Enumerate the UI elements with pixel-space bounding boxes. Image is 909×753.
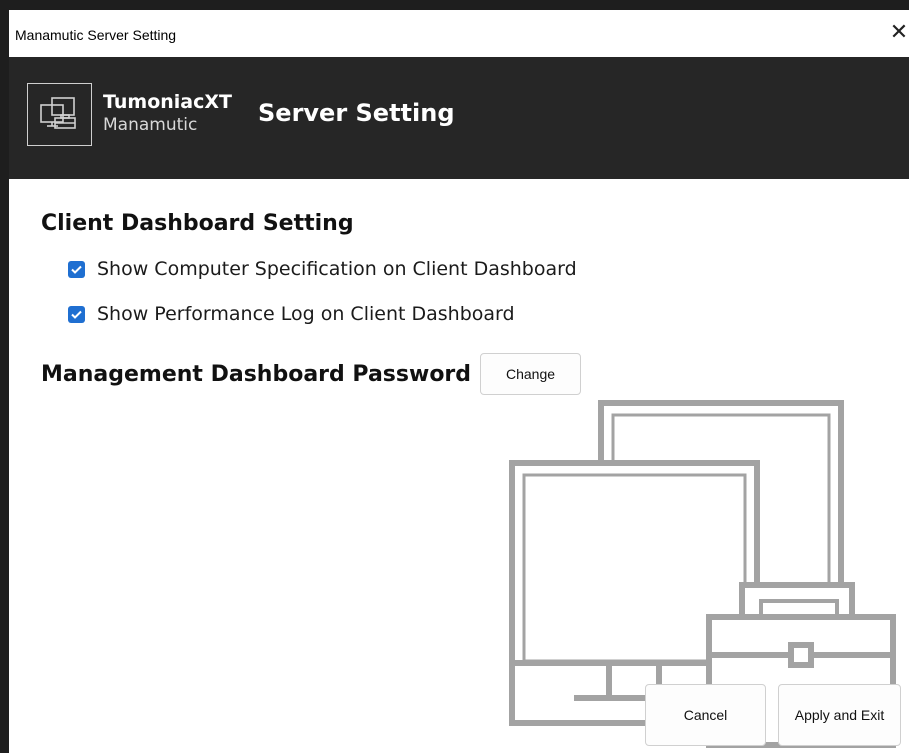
checkmark-icon	[71, 265, 82, 274]
show-performance-log-option[interactable]: Show Performance Log on Client Dashboard	[68, 302, 515, 326]
brand-name: TumoniacXT	[103, 91, 232, 113]
brand-subtitle: Manamutic	[103, 115, 198, 135]
apply-and-exit-button[interactable]: Apply and Exit	[778, 684, 901, 746]
settings-window: Manamutic Server Setting ✕ TumoniacXT Ma…	[9, 10, 909, 753]
show-specification-option[interactable]: Show Computer Specification on Client Da…	[68, 257, 577, 281]
page-title: Server Setting	[258, 99, 455, 127]
client-dashboard-heading: Client Dashboard Setting	[41, 211, 354, 236]
briefcase-lock	[788, 642, 814, 668]
cancel-button[interactable]: Cancel	[645, 684, 766, 746]
management-password-heading: Management Dashboard Password	[41, 362, 472, 387]
window-title: Manamutic Server Setting	[15, 27, 177, 43]
title-bar: Manamutic Server Setting ✕	[9, 10, 909, 57]
checkmark-icon	[71, 310, 82, 319]
change-password-button[interactable]: Change	[480, 353, 581, 395]
logo	[27, 83, 92, 146]
show-specification-checkbox[interactable]	[68, 260, 85, 278]
show-performance-log-label[interactable]: Show Performance Log on Client Dashboard	[97, 303, 515, 325]
close-icon[interactable]: ✕	[889, 18, 909, 48]
computers-briefcase-icon	[40, 97, 76, 129]
show-performance-log-checkbox[interactable]	[68, 305, 85, 323]
show-specification-label[interactable]: Show Computer Specification on Client Da…	[97, 258, 577, 280]
header-banner: TumoniacXT Manamutic Server Setting	[9, 57, 909, 179]
